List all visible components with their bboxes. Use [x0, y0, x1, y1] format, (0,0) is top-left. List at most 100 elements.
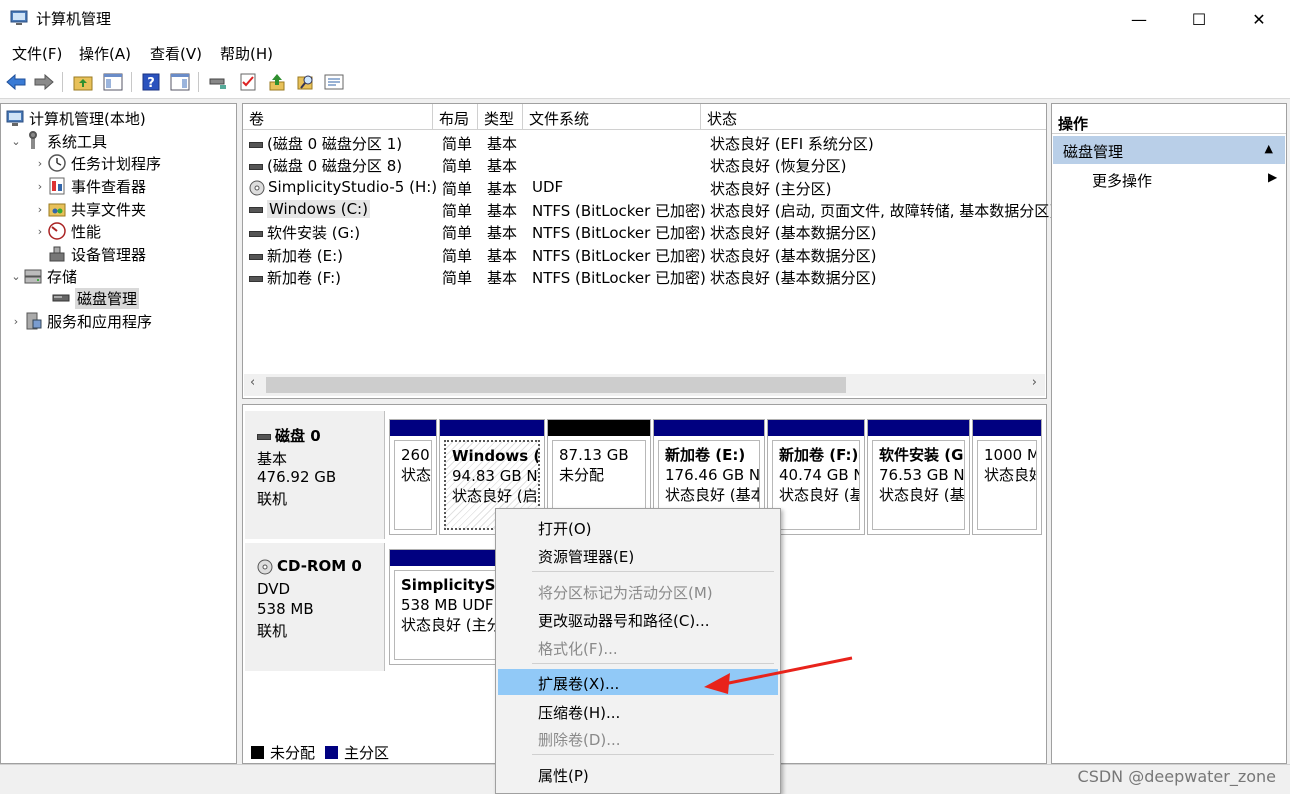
annotation-arrow-icon: [704, 656, 853, 694]
minimize-icon: —: [1131, 9, 1147, 29]
actions-section-disk-management[interactable]: 磁盘管理 ▲: [1053, 136, 1285, 164]
tree-label: 计算机管理(本地): [29, 109, 146, 128]
up-folder-button[interactable]: [72, 71, 94, 93]
menu-item-open[interactable]: 打开(O): [498, 514, 778, 540]
partition-bar: [973, 420, 1041, 436]
legend-swatch-primary: [325, 746, 339, 759]
help-button[interactable]: ?: [140, 71, 162, 93]
chevron-right-icon[interactable]: ›: [9, 315, 23, 328]
show-hide-tree-button[interactable]: [102, 71, 124, 93]
disk-type: DVD: [257, 580, 291, 598]
partition-status: 状态良好: [984, 466, 1036, 484]
scrollbar-thumb[interactable]: [266, 377, 846, 393]
volume-status: 状态良好 (基本数据分区): [710, 269, 877, 287]
menu-help[interactable]: 帮助(H): [220, 43, 273, 64]
tree-item-device-manager[interactable]: 设备管理器: [47, 243, 146, 265]
up-level-button[interactable]: [266, 71, 288, 93]
volume-layout: 简单: [442, 202, 473, 220]
chevron-down-icon[interactable]: ⌄: [9, 270, 23, 283]
chevron-down-icon[interactable]: ⌄: [9, 135, 23, 148]
column-header-layout[interactable]: 布局: [433, 104, 478, 130]
partition-size: 94.83 GB NT: [452, 467, 540, 485]
menu-action[interactable]: 操作(A): [79, 43, 131, 64]
partition-title: 软件安装 (G: [879, 446, 964, 464]
menu-bar: 文件(F) 操作(A) 查看(V) 帮助(H): [0, 38, 1290, 66]
properties-button[interactable]: [323, 71, 345, 93]
partition-bar: [390, 420, 436, 436]
connect-icon: [209, 78, 226, 89]
chevron-right-icon[interactable]: ›: [33, 157, 47, 170]
menu-item-explorer[interactable]: 资源管理器(E): [498, 542, 778, 568]
partition-f[interactable]: 新加卷 (F:) 40.74 GB N 状态良好 (基: [767, 419, 865, 535]
table-row[interactable]: (磁盘 0 磁盘分区 1) 简单 基本 状态良好 (EFI 系统分区): [243, 132, 1046, 154]
show-action-pane-button[interactable]: [169, 71, 191, 93]
toolbar: ?: [0, 66, 1290, 99]
menu-item-properties[interactable]: 属性(P): [498, 761, 778, 787]
menu-item-shrink-volume[interactable]: 压缩卷(H)...: [498, 698, 778, 724]
column-header-filesystem[interactable]: 文件系统: [523, 104, 701, 130]
drive-icon: [249, 275, 263, 282]
menu-file[interactable]: 文件(F): [12, 43, 62, 64]
partition-bar: [868, 420, 969, 436]
table-row[interactable]: 软件安装 (G:) 简单 基本 NTFS (BitLocker 已加密) 状态良…: [243, 221, 1046, 243]
chevron-right-icon[interactable]: ›: [33, 225, 47, 238]
partition-content: 260 状态: [394, 440, 432, 530]
partition-bar: [548, 420, 650, 436]
check-button[interactable]: [237, 71, 259, 93]
table-row[interactable]: (磁盘 0 磁盘分区 8) 简单 基本 状态良好 (恢复分区): [243, 154, 1046, 176]
tree-label: 存储: [47, 267, 78, 286]
tree-item-system-tools[interactable]: ⌄ 系统工具: [9, 130, 107, 152]
scroll-right-icon[interactable]: ›: [1032, 375, 1037, 390]
tree-item-services-applications[interactable]: › 服务和应用程序: [9, 310, 152, 332]
close-button[interactable]: ✕: [1228, 0, 1290, 38]
chevron-right-icon[interactable]: ›: [33, 180, 47, 193]
performance-icon: [48, 222, 66, 240]
tree-item-shared-folders[interactable]: › 共享文件夹: [33, 198, 146, 220]
search-button[interactable]: [295, 71, 317, 93]
tree-item-event-viewer[interactable]: › 事件查看器: [33, 175, 146, 197]
cd-drive-icon: [257, 559, 273, 574]
connect-button[interactable]: [207, 71, 229, 93]
back-arrow-icon: [6, 74, 26, 90]
back-button[interactable]: [5, 71, 27, 93]
collapse-up-icon[interactable]: ▲: [1265, 142, 1273, 155]
more-actions-link[interactable]: 更多操作: [1092, 170, 1152, 191]
cdrom-0-info[interactable]: CD-ROM 0 DVD 538 MB 联机: [245, 543, 385, 671]
tree-item-storage[interactable]: ⌄ 存储: [9, 265, 77, 287]
forward-button[interactable]: [33, 71, 55, 93]
scroll-left-icon[interactable]: ‹: [250, 375, 255, 390]
minimize-button[interactable]: —: [1108, 0, 1170, 38]
column-header-volume[interactable]: 卷: [243, 104, 433, 130]
disk-name: 磁盘 0: [257, 425, 321, 446]
disk-size: 538 MB: [257, 600, 314, 618]
help-icon: ?: [142, 73, 160, 91]
menu-view[interactable]: 查看(V): [150, 43, 202, 64]
tools-icon: [29, 131, 37, 149]
table-row[interactable]: SimplicityStudio-5 (H:) 简单 基本 UDF 状态良好 (…: [243, 177, 1046, 199]
tree-item-computer-management[interactable]: 计算机管理(本地): [5, 107, 146, 129]
volume-filesystem: NTFS (BitLocker 已加密): [532, 247, 706, 265]
table-row[interactable]: Windows (C:) 简单 基本 NTFS (BitLocker 已加密) …: [243, 199, 1055, 221]
disk-0-info[interactable]: 磁盘 0 基本 476.92 GB 联机: [245, 411, 385, 539]
partition-status: 状态良好 (启动: [452, 487, 538, 505]
horizontal-scrollbar[interactable]: ‹ ›: [244, 374, 1045, 396]
partition-recovery[interactable]: 1000 M 状态良好: [972, 419, 1042, 535]
tree-item-performance[interactable]: › 性能: [33, 220, 101, 242]
partition-status: 状态良好 (基本: [665, 486, 760, 504]
tree-item-disk-management[interactable]: 磁盘管理: [51, 287, 140, 309]
maximize-button[interactable]: ☐: [1168, 0, 1230, 38]
tree-item-task-scheduler[interactable]: › 任务计划程序: [33, 152, 161, 174]
drive-icon: [249, 253, 263, 260]
folder-up-icon: [73, 76, 93, 91]
column-header-type[interactable]: 类型: [478, 104, 523, 130]
column-header-status[interactable]: 状态: [701, 104, 1046, 130]
volume-layout: 简单: [442, 135, 473, 153]
partition-efi[interactable]: 260 状态: [389, 419, 437, 535]
chevron-right-icon[interactable]: ›: [33, 203, 47, 216]
table-row[interactable]: 新加卷 (E:) 简单 基本 NTFS (BitLocker 已加密) 状态良好…: [243, 244, 1046, 266]
partition-g[interactable]: 软件安装 (G 76.53 GB NT 状态良好 (基: [867, 419, 970, 535]
menu-item-change-drive-letter[interactable]: 更改驱动器号和路径(C)...: [498, 606, 778, 632]
table-row[interactable]: 新加卷 (F:) 简单 基本 NTFS (BitLocker 已加密) 状态良好…: [243, 266, 1046, 288]
volume-type: 基本: [487, 269, 518, 287]
volume-layout: 简单: [442, 247, 473, 265]
